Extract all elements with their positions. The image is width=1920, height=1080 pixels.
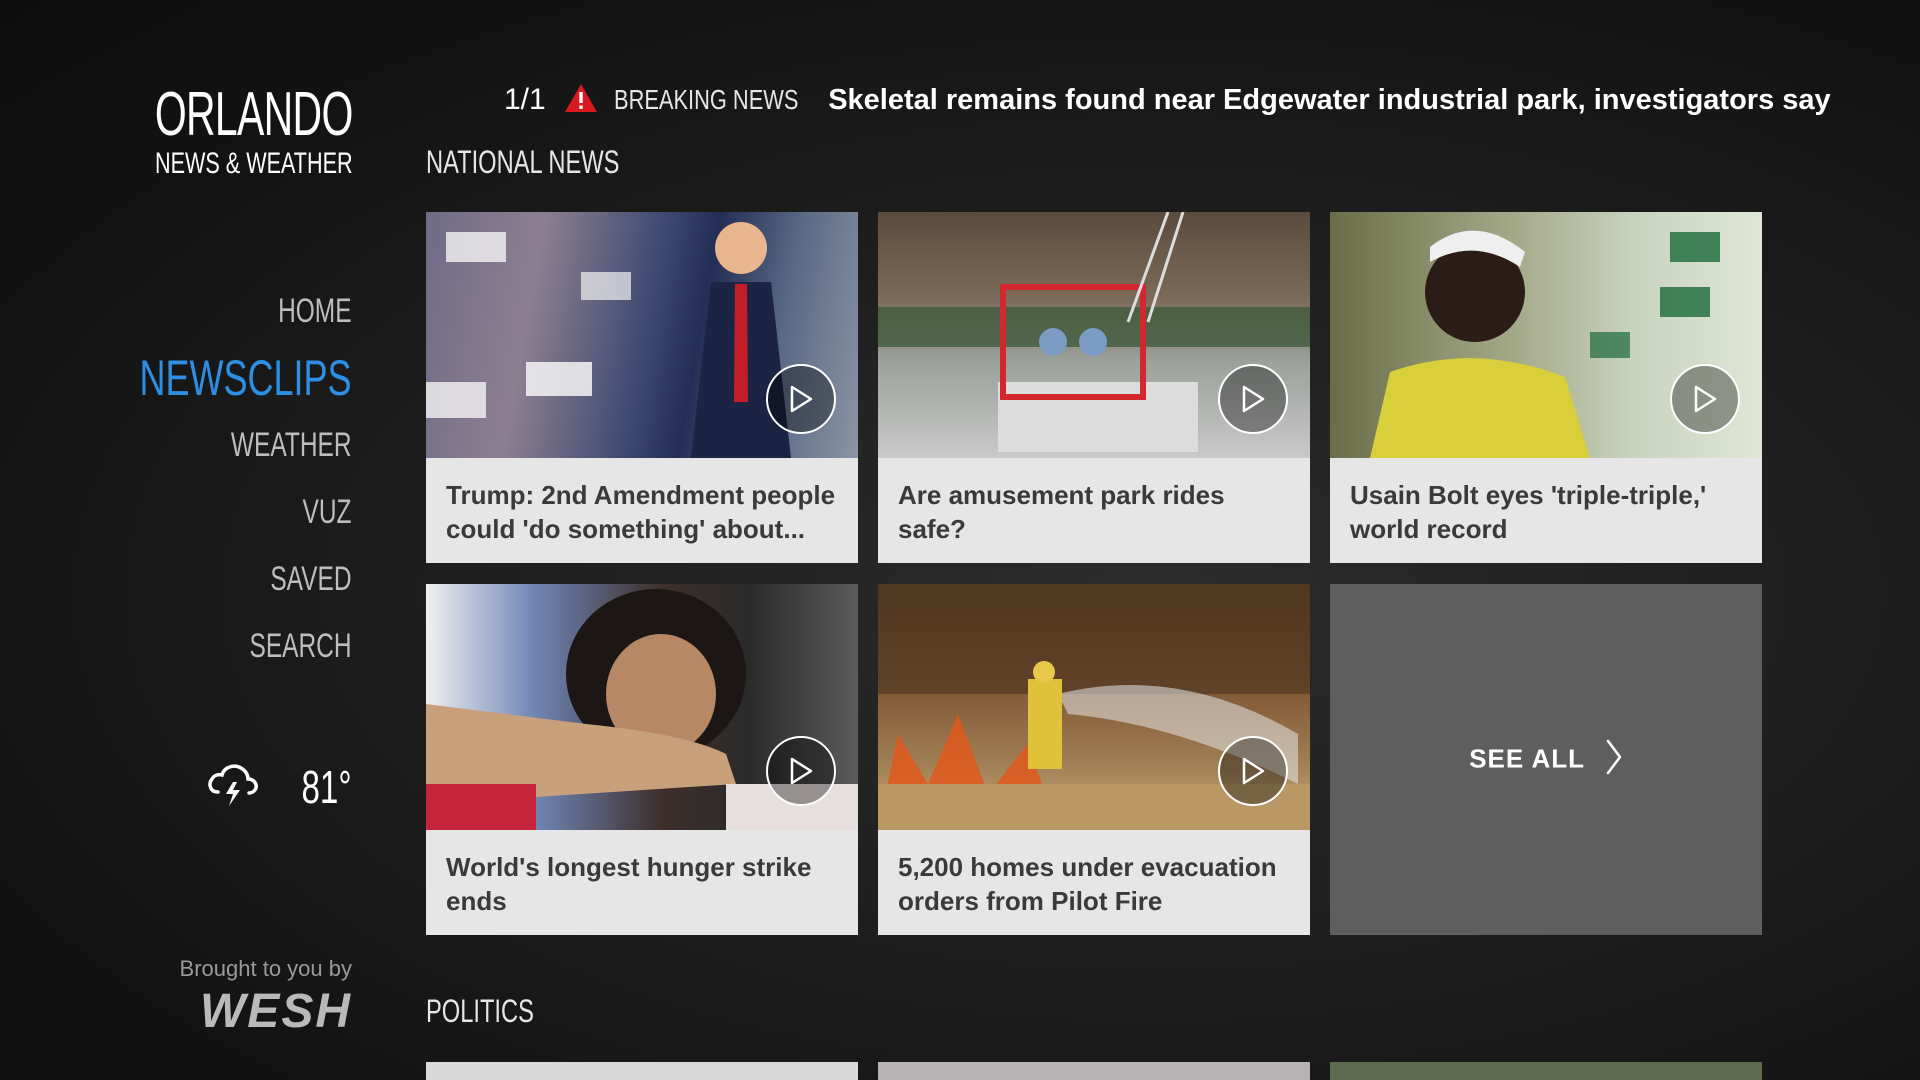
temperature: 81° <box>301 760 352 813</box>
section-title-politics: POLITICS <box>426 993 534 1029</box>
breaking-label: BREAKING NEWS <box>613 84 799 115</box>
news-card-title: Usain Bolt eyes 'triple-triple,' world r… <box>1350 480 1707 544</box>
news-card[interactable]: Are amusement park rides safe? <box>878 212 1310 563</box>
news-card-title: 5,200 homes under evacuation orders from… <box>898 852 1277 916</box>
play-icon[interactable] <box>766 736 836 806</box>
nav-item-weather[interactable]: WEATHER <box>140 412 352 479</box>
nav-item-home[interactable]: HOME <box>140 278 352 345</box>
breaking-news-ticker[interactable]: 1/1 BREAKING NEWS Skeletal remains found… <box>504 78 1831 122</box>
sponsor: Brought to you by WESH <box>180 956 352 1039</box>
logo-subtitle: NEWS & WEATHER <box>155 147 353 180</box>
sponsor-logo: WESH <box>200 985 352 1038</box>
main-nav: HOME NEWSCLIPS WEATHER VUZ SAVED SEARCH <box>57 278 352 680</box>
politics-card-preview[interactable] <box>878 1062 1310 1080</box>
section-title-national-news: NATIONAL NEWS <box>426 144 620 180</box>
play-icon[interactable] <box>1218 364 1288 434</box>
nav-item-search[interactable]: SEARCH <box>140 613 352 680</box>
politics-card-preview[interactable] <box>426 1062 858 1080</box>
nav-item-vuz[interactable]: VUZ <box>140 479 352 546</box>
breaking-headline: Skeletal remains found near Edgewater in… <box>828 83 1831 116</box>
play-icon[interactable] <box>766 364 836 434</box>
alert-icon <box>564 83 598 118</box>
news-card[interactable]: World's longest hunger strike ends <box>426 584 858 935</box>
thunderstorm-icon <box>204 756 260 817</box>
logo-city: ORLANDO <box>155 80 353 149</box>
see-all-button[interactable]: SEE ALL <box>1330 584 1762 935</box>
news-card[interactable]: Usain Bolt eyes 'triple-triple,' world r… <box>1330 212 1762 563</box>
news-card-title: World's longest hunger strike ends <box>446 852 812 916</box>
station-logo: ORLANDO NEWS & WEATHER <box>53 84 353 180</box>
news-card-title: Trump: 2nd Amendment people could 'do so… <box>446 480 836 544</box>
weather-widget[interactable]: 81° <box>204 756 352 817</box>
see-all-label: SEE ALL <box>1469 743 1585 774</box>
news-card-title: Are amusement park rides safe? <box>898 480 1225 544</box>
sponsor-label: Brought to you by <box>179 956 352 981</box>
nav-item-saved[interactable]: SAVED <box>140 546 352 613</box>
breaking-count: 1/1 <box>504 83 546 116</box>
news-card[interactable]: 5,200 homes under evacuation orders from… <box>878 584 1310 935</box>
chevron-right-icon <box>1605 739 1623 782</box>
politics-card-preview[interactable] <box>1330 1062 1762 1080</box>
nav-item-newsclips[interactable]: NEWSCLIPS <box>140 345 352 412</box>
play-icon[interactable] <box>1218 736 1288 806</box>
play-icon[interactable] <box>1670 364 1740 434</box>
news-card[interactable]: Trump: 2nd Amendment people could 'do so… <box>426 212 858 563</box>
